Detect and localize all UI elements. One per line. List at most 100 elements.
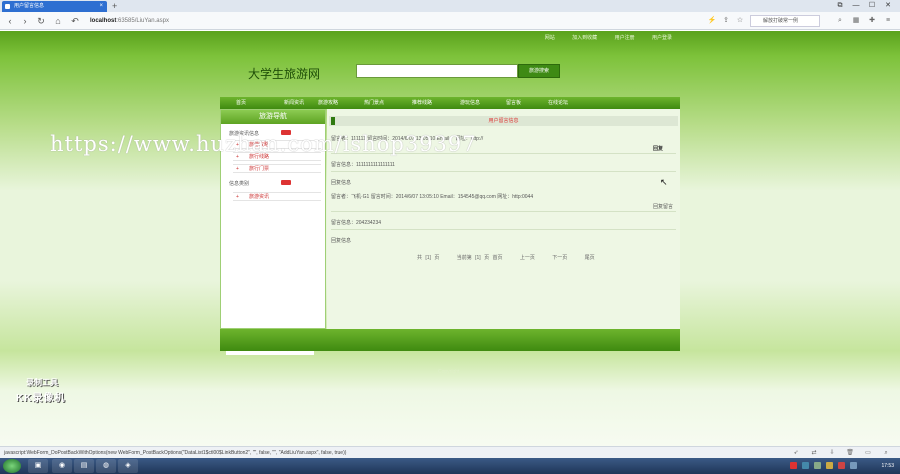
- address-bar: ‹ › ↻ ⌂ ↶ localhost:63585/LiuYan.aspx ⚡ …: [0, 12, 900, 30]
- tray-ime-icon[interactable]: [850, 462, 857, 469]
- explorer-task-icon[interactable]: ▣: [28, 459, 48, 473]
- message-content: 留言信息：204234234: [331, 220, 382, 226]
- sidebar-item-label: 旅行门票: [249, 166, 270, 172]
- tray-volume-icon[interactable]: [814, 462, 821, 469]
- url-path: :63585/LiuYan.aspx: [116, 18, 169, 24]
- lightning-icon[interactable]: ⚡: [706, 15, 718, 27]
- tab-close-icon[interactable]: ×: [99, 1, 103, 12]
- close-window-button[interactable]: ✕: [881, 0, 895, 12]
- trash-icon[interactable]: 🗑: [846, 449, 854, 457]
- maximize-button[interactable]: ☐: [865, 0, 879, 12]
- guestbook-title: 用户留言信息: [488, 118, 519, 124]
- puzzle-icon[interactable]: ✚: [866, 15, 878, 27]
- message-meta-text: 留言者：飞机·G1 留言时间：2014/6/07 13:05:10 Email：…: [331, 194, 534, 200]
- new-badge-icon: [281, 180, 291, 185]
- divider: [331, 171, 676, 172]
- folder-task-icon[interactable]: ▤: [74, 459, 94, 473]
- tray-app-icon[interactable]: [826, 462, 833, 469]
- menu-icon[interactable]: ≡: [882, 15, 894, 27]
- back-icon[interactable]: ‹: [4, 15, 16, 27]
- favicon-icon: [5, 4, 10, 9]
- vs-task-icon[interactable]: ◈: [118, 459, 138, 473]
- reply-section-label: 回复信息: [331, 180, 352, 186]
- browser-tab-bar: 用户留言信息 × + ⧉ — ☐ ✕: [0, 0, 900, 12]
- search-icon[interactable]: ⌕: [834, 15, 846, 27]
- top-link-site[interactable]: 网站: [545, 35, 555, 41]
- reply-link[interactable]: 回复: [653, 145, 663, 152]
- top-link-register[interactable]: 用户注册: [615, 35, 635, 41]
- url-watermark: https://www.huzhan.com/ishop39397: [50, 132, 477, 156]
- site-search-button[interactable]: 旅游搜索: [518, 64, 560, 78]
- minimize-button[interactable]: —: [849, 0, 863, 12]
- site-title: 大学生旅游网: [248, 67, 321, 81]
- browser-tab[interactable]: 用户留言信息 ×: [2, 1, 107, 12]
- reply-link[interactable]: 回复留言: [653, 203, 673, 210]
- nav-play-info[interactable]: 游玩信息: [460, 97, 480, 109]
- page-count: 共 [1] 页: [417, 255, 440, 261]
- site-search-input[interactable]: [356, 64, 518, 78]
- tray-flag-icon[interactable]: [790, 462, 797, 469]
- plus-icon: +: [236, 166, 239, 172]
- zoom-icon[interactable]: ▭: [864, 449, 872, 457]
- top-link-favorite[interactable]: 加入到收藏: [572, 35, 597, 41]
- grid-icon[interactable]: ▦: [850, 15, 862, 27]
- message-meta: 留言者：飞机·G1 留言时间：2014/6/07 13:05:10 Email：…: [331, 193, 533, 200]
- page-prev-link[interactable]: 上一页: [520, 255, 535, 261]
- chrome-task-icon[interactable]: ◍: [96, 459, 116, 473]
- tray-network-icon[interactable]: [802, 462, 809, 469]
- tray-record-icon[interactable]: [838, 462, 845, 469]
- url-field[interactable]: localhost:63585/LiuYan.aspx: [90, 15, 690, 27]
- browser-search-box[interactable]: 解放打破常一例: [750, 15, 820, 27]
- nav-home[interactable]: 首页: [236, 97, 246, 109]
- url-host: localhost: [90, 18, 117, 24]
- clock: 17:53: [881, 463, 894, 469]
- nav-hotspots[interactable]: 热门景点: [364, 97, 384, 109]
- download-icon[interactable]: ⇩: [828, 449, 836, 457]
- reply-section-label: 回复信息: [331, 238, 352, 244]
- reload-icon[interactable]: ↻: [35, 15, 47, 27]
- media-task-icon[interactable]: ◉: [52, 459, 72, 473]
- start-button[interactable]: [3, 459, 21, 473]
- top-links-bar: 网站 加入到收藏 用户注册 用户登录: [220, 31, 680, 45]
- nav-guestbook[interactable]: 留言板: [506, 97, 521, 109]
- undo-icon[interactable]: ↶: [69, 15, 81, 27]
- share-icon[interactable]: ⇪: [720, 15, 732, 27]
- new-tab-button[interactable]: +: [112, 0, 117, 12]
- page-content: 网站 加入到收藏 用户注册 用户登录 大学生旅游网 旅游搜索 首页 新闻资讯 旅…: [0, 31, 900, 446]
- taskbar: ▣ ◉ ▤ ◍ ◈ 17:53: [0, 458, 900, 474]
- footer-bar: [220, 329, 680, 351]
- mouse-cursor-icon: ↖: [660, 177, 668, 187]
- split-icon[interactable]: ⇄: [810, 449, 818, 457]
- browser-search-placeholder: 解放打破常一例: [763, 18, 799, 24]
- main-nav: 首页 新闻资讯 旅游攻略 热门景点 推荐线路 游玩信息 留言板 在线论坛: [220, 97, 680, 109]
- nav-guides[interactable]: 旅游攻略: [318, 97, 338, 109]
- restore-icon[interactable]: ⧉: [833, 0, 847, 12]
- sidebar-item-label: 旅游资讯: [249, 194, 270, 200]
- nav-news[interactable]: 新闻资讯: [284, 97, 304, 109]
- recorder-watermark-line2: KK录像机: [16, 393, 66, 404]
- sidebar-category-type: 信息类别: [229, 181, 250, 187]
- star-icon[interactable]: ☆: [734, 15, 746, 27]
- browser-status-bar: javascript:WebForm_DoPostBackWithOptions…: [0, 446, 900, 458]
- plus-icon: +: [236, 194, 239, 200]
- divider: [331, 211, 676, 212]
- rocket-icon[interactable]: ➶: [792, 449, 800, 457]
- pagination: 共 [1] 页 当前第 [1] 页 首页 上一页 下一页 尾页: [417, 254, 609, 261]
- forward-icon[interactable]: ›: [19, 15, 31, 27]
- copyright-text: Copyright: [438, 369, 460, 375]
- sidebar-item-tickets[interactable]: + 旅行门票: [233, 164, 321, 173]
- home-icon[interactable]: ⌂: [52, 15, 64, 27]
- tab-title: 用户留言信息: [14, 3, 45, 9]
- nav-forum[interactable]: 在线论坛: [548, 97, 568, 109]
- magnify-icon[interactable]: ⌕: [882, 449, 890, 457]
- message-content: 留言信息：1111111111111111: [331, 162, 395, 168]
- sidebar-item-news[interactable]: + 旅游资讯: [233, 192, 321, 201]
- page-next-link[interactable]: 下一页: [552, 255, 567, 261]
- guestbook-header: 用户留言信息: [329, 116, 678, 126]
- page-last-link[interactable]: 尾页: [585, 255, 595, 261]
- sidebar-title: 旅游导航: [221, 110, 325, 124]
- top-link-login[interactable]: 用户登录: [652, 35, 672, 41]
- divider: [331, 229, 676, 230]
- nav-routes[interactable]: 推荐线路: [412, 97, 432, 109]
- page-first-link[interactable]: 当前第 [1] 页 首页: [457, 255, 503, 261]
